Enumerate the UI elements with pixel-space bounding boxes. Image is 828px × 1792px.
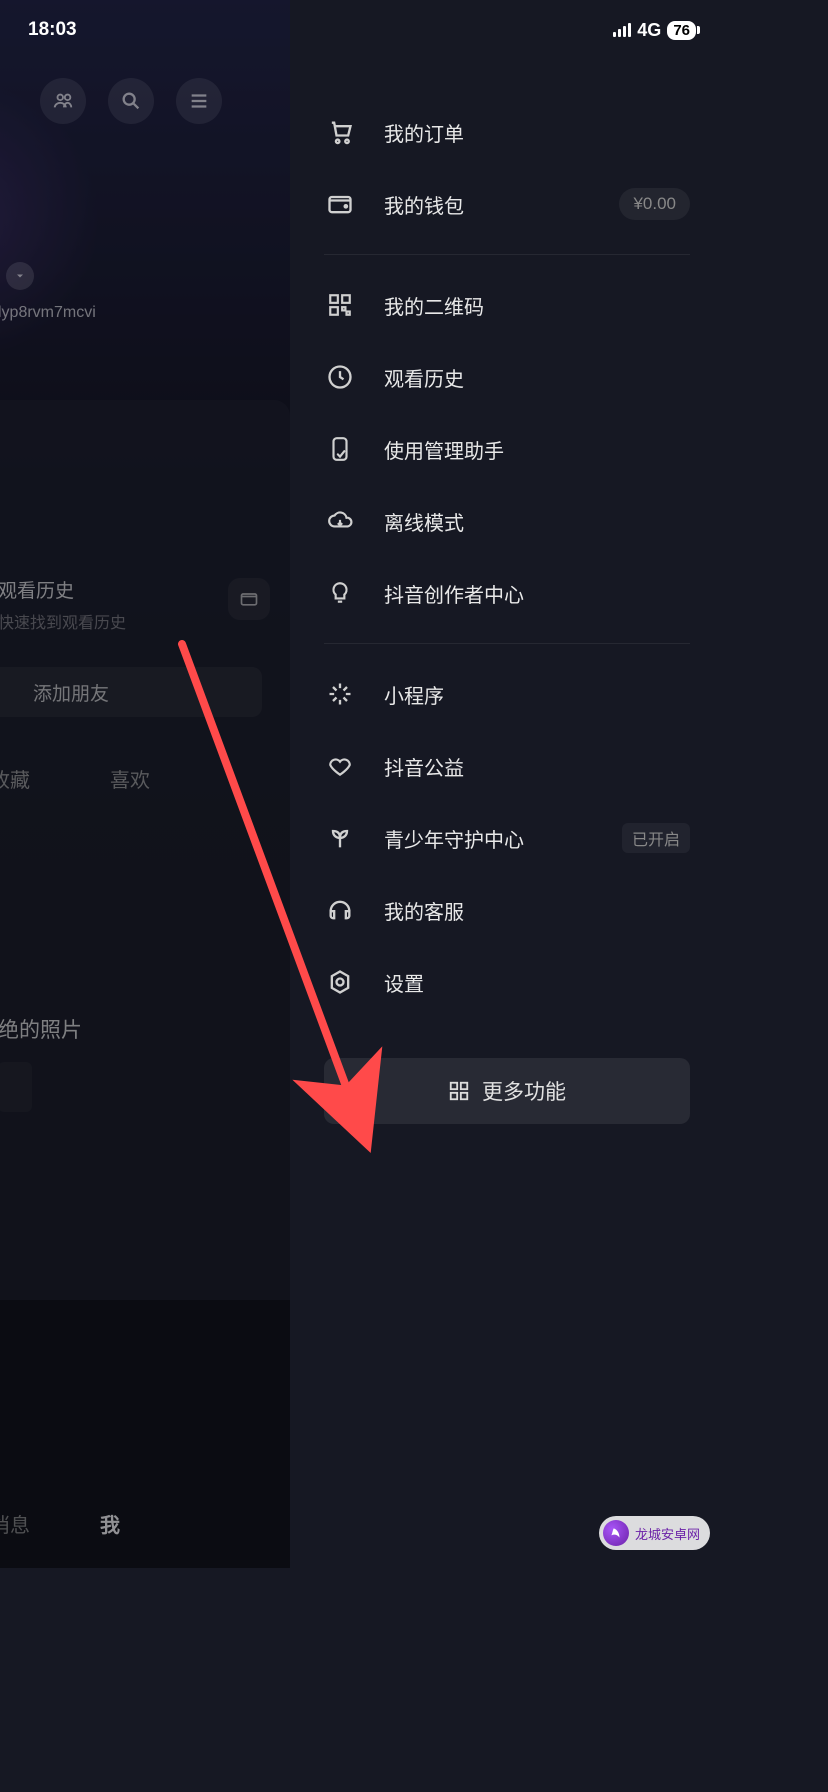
menu-item-qrcode[interactable]: 我的二维码 [324, 269, 690, 341]
clock-icon [324, 361, 356, 393]
menu-item-history[interactable]: 观看历史 [324, 341, 690, 413]
headset-icon [324, 894, 356, 926]
wallet-icon [324, 188, 356, 220]
dropdown-icon[interactable] [6, 262, 34, 290]
photo-thumbnail[interactable] [0, 1062, 32, 1112]
menu-label: 抖音创作者中心 [384, 579, 690, 608]
qr-icon [324, 289, 356, 321]
search-icon[interactable] [108, 78, 154, 124]
plant-icon [324, 822, 356, 854]
menu-label: 抖音公益 [384, 752, 690, 781]
tab-like[interactable]: 喜欢 [110, 764, 150, 793]
menu-item-wallet[interactable]: 我的钱包 ¥0.00 [324, 168, 690, 240]
menu-item-assistant[interactable]: 使用管理助手 [324, 413, 690, 485]
menu-label: 我的客服 [384, 896, 690, 925]
signal-icon [613, 23, 631, 37]
status-right: 4G 76 [613, 20, 696, 41]
menu-item-charity[interactable]: 抖音公益 [324, 730, 690, 802]
tab-collect[interactable]: 收藏 [0, 764, 30, 793]
network-label: 4G [637, 20, 661, 41]
more-features-button[interactable]: 更多功能 [324, 1058, 690, 1124]
divider [324, 254, 690, 255]
friends-icon[interactable] [40, 78, 86, 124]
photo-section-text: 绝的照片 [0, 1014, 82, 1044]
settings-icon [324, 966, 356, 998]
bulb-icon [324, 577, 356, 609]
menu-item-offline[interactable]: 离线模式 [324, 485, 690, 557]
menu-label: 使用管理助手 [384, 435, 690, 464]
battery-icon: 76 [667, 21, 696, 40]
add-friend-button[interactable]: 添加朋友 [0, 667, 262, 717]
side-drawer: 我的订单 我的钱包 ¥0.00 我的二维码 观看历史 使 [290, 0, 724, 1568]
more-features-label: 更多功能 [482, 1076, 566, 1106]
watermark-text: 龙城安卓网 [635, 1524, 700, 1543]
menu-label: 观看历史 [384, 363, 690, 392]
divider [324, 643, 690, 644]
cart-icon [324, 116, 356, 148]
status-time: 18:03 [28, 19, 77, 41]
menu-label: 离线模式 [384, 507, 690, 536]
status-bar: 18:03 4G 76 [0, 0, 724, 60]
menu-label: 我的钱包 [384, 190, 619, 219]
menu-item-youth[interactable]: 青少年守护中心 已开启 [324, 802, 690, 874]
tab-messages[interactable]: 消息 [0, 1509, 30, 1538]
menu-item-support[interactable]: 我的客服 [324, 874, 690, 946]
phone-check-icon [324, 433, 356, 465]
youth-badge: 已开启 [622, 823, 690, 853]
menu-item-orders[interactable]: 我的订单 [324, 96, 690, 168]
spark-icon [324, 678, 356, 710]
history-subtitle: 快速找到观看历史 [0, 609, 126, 633]
menu-label: 我的订单 [384, 118, 690, 147]
menu-item-miniapp[interactable]: 小程序 [324, 658, 690, 730]
profile-page-dimmed: lyp8rvm7mcvi 观看历史 快速找到观看历史 添加朋友 收藏 喜欢 绝的… [0, 0, 290, 1568]
wallet-balance: ¥0.00 [619, 188, 690, 220]
menu-item-creator[interactable]: 抖音创作者中心 [324, 557, 690, 629]
menu-label: 设置 [384, 968, 690, 997]
history-title: 观看历史 [0, 576, 126, 603]
menu-item-settings[interactable]: 设置 [324, 946, 690, 1018]
wallet-shortcut-icon[interactable] [228, 578, 270, 620]
user-id: lyp8rvm7mcvi [0, 304, 96, 322]
menu-label: 我的二维码 [384, 291, 690, 320]
menu-label: 小程序 [384, 680, 690, 709]
grid-icon [448, 1080, 470, 1102]
cloud-download-icon [324, 505, 356, 537]
watermark-logo-icon [603, 1520, 629, 1546]
watermark: 龙城安卓网 [599, 1516, 710, 1550]
tab-me[interactable]: 我 [100, 1509, 120, 1538]
menu-label: 青少年守护中心 [384, 824, 622, 853]
heart-icon [324, 750, 356, 782]
menu-icon[interactable] [176, 78, 222, 124]
